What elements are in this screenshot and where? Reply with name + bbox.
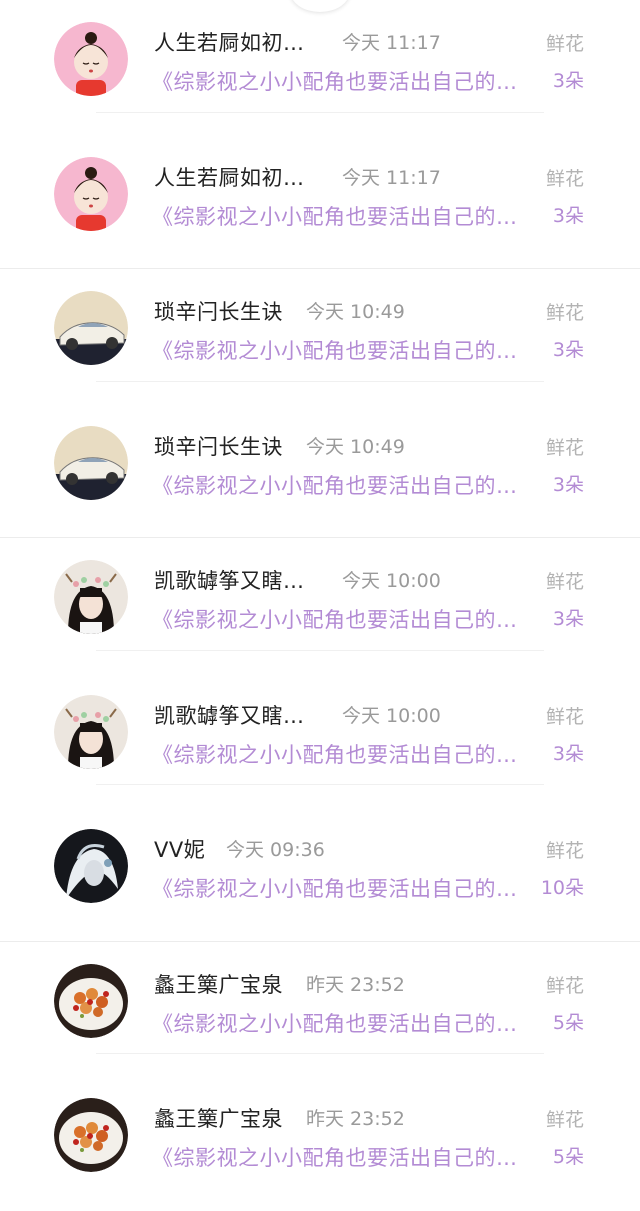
gift-type-label: 鲜花: [545, 705, 584, 728]
gift-count: 3朵: [552, 742, 584, 765]
list-item[interactable]: VV妮 今天 09:36 鲜花 《综影视之小小配角也要活出自己的精彩》 10朵: [0, 807, 640, 942]
gift-count: 3朵: [552, 70, 584, 92]
gift-count: 3朵: [552, 204, 584, 227]
username: 蠡王篥广宝泉: [154, 972, 283, 997]
username: 琐辛闩长生诀: [154, 434, 283, 459]
row-divider: [96, 649, 544, 651]
timestamp: 今天 10:49: [306, 435, 405, 458]
list-item[interactable]: 人生若屙如初… 今天 11:17 鲜花 《综影视之小小配角也要活出自己的精彩》 …: [0, 135, 640, 269]
book-title-link[interactable]: 《综影视之小小配角也要活出自己的精彩》: [152, 66, 532, 96]
gift-count: 5朵: [552, 1011, 584, 1034]
gift-type-label: 鲜花: [545, 974, 584, 997]
gift-type-label: 鲜花: [545, 571, 584, 593]
avatar[interactable]: [54, 291, 128, 365]
row-divider: [96, 380, 544, 382]
gift-count: 3朵: [552, 473, 584, 496]
list-item[interactable]: 琐辛闩长生诀 今天 10:49 鲜花 《综影视之小小配角也要活出自己的精彩》 3…: [0, 269, 640, 404]
timestamp: 今天 10:00: [342, 704, 441, 727]
timestamp: 今天 09:36: [226, 839, 325, 861]
gift-type-label: 鲜花: [545, 436, 584, 459]
list-item[interactable]: 凯歌罅筝又瞎… 今天 10:00 鲜花 《综影视之小小配角也要活出自己的精彩》 …: [0, 673, 640, 808]
gift-count: 3朵: [552, 608, 584, 630]
list-item[interactable]: 凯歌罅筝又瞎… 今天 10:00 鲜花 《综影视之小小配角也要活出自己的精彩》 …: [0, 538, 640, 673]
timestamp: 今天 11:17: [342, 32, 441, 54]
book-title-link[interactable]: 《综影视之小小配角也要活出自己的精彩》: [152, 739, 532, 769]
row-divider: [96, 784, 544, 785]
timestamp: 今天 10:49: [306, 301, 405, 323]
avatar[interactable]: [54, 156, 128, 231]
username: 蠡王篥广宝泉: [154, 1107, 283, 1131]
avatar[interactable]: [54, 560, 128, 634]
list-item[interactable]: 琐辛闩长生诀 今天 10:49 鲜花 《综影视之小小配角也要活出自己的精彩》 3…: [0, 404, 640, 538]
food-dish-avatar: [54, 1098, 128, 1172]
avatar[interactable]: [54, 829, 128, 903]
pink-cartoon-girl-avatar: [54, 156, 128, 231]
list-item[interactable]: 蠡王篥广宝泉 昨天 23:52 鲜花 《综影视之小小配角也要活出自己的精彩》 5…: [0, 942, 640, 1077]
timestamp: 今天 11:17: [342, 166, 441, 189]
timestamp: 昨天 23:52: [306, 973, 405, 996]
sports-car-avatar: [54, 425, 128, 500]
gift-count: 10朵: [540, 877, 584, 899]
username: 凯歌罅筝又瞎…: [154, 703, 305, 728]
girl-flower-crown-avatar: [54, 560, 128, 634]
white-hair-character-avatar: [54, 829, 128, 903]
row-divider: [96, 111, 544, 113]
sports-car-avatar: [54, 291, 128, 365]
book-title-link[interactable]: 《综影视之小小配角也要活出自己的精彩》: [152, 873, 532, 903]
book-title-link[interactable]: 《综影视之小小配角也要活出自己的精彩》: [152, 201, 532, 231]
avatar[interactable]: [54, 22, 128, 96]
username: VV妮: [154, 838, 206, 862]
username: 凯歌罅筝又瞎…: [154, 569, 305, 593]
row-divider: [96, 1053, 544, 1054]
username: 人生若屙如初…: [154, 165, 305, 190]
book-title-link[interactable]: 《综影视之小小配角也要活出自己的精彩》: [152, 604, 532, 634]
book-title-link[interactable]: 《综影视之小小配角也要活出自己的精彩》: [152, 1008, 532, 1038]
gift-type-label: 鲜花: [545, 302, 584, 324]
gift-type-label: 鲜花: [545, 1109, 584, 1131]
book-title-link[interactable]: 《综影视之小小配角也要活出自己的精彩》: [152, 335, 532, 365]
avatar[interactable]: [54, 425, 128, 500]
timestamp: 昨天 23:52: [306, 1108, 405, 1130]
book-title-link[interactable]: 《综影视之小小配角也要活出自己的精彩》: [152, 1142, 532, 1172]
gift-type-label: 鲜花: [545, 33, 584, 55]
food-dish-avatar: [54, 963, 128, 1038]
avatar[interactable]: [54, 1098, 128, 1172]
username: 人生若屙如初…: [154, 31, 305, 55]
gift-type-label: 鲜花: [545, 840, 584, 862]
avatar[interactable]: [54, 963, 128, 1038]
list-item[interactable]: 人生若屙如初… 今天 11:17 鲜花 《综影视之小小配角也要活出自己的精彩》 …: [0, 0, 640, 135]
username: 琐辛闩长生诀: [154, 300, 283, 324]
gift-count: 5朵: [552, 1146, 584, 1168]
list-item[interactable]: 蠡王篥广宝泉 昨天 23:52 鲜花 《综影视之小小配角也要活出自己的精彩》 5…: [0, 1076, 640, 1211]
book-title-link[interactable]: 《综影视之小小配角也要活出自己的精彩》: [152, 470, 532, 500]
girl-flower-crown-avatar: [54, 694, 128, 769]
gift-count: 3朵: [552, 339, 584, 361]
pink-cartoon-girl-avatar: [54, 22, 128, 96]
gift-record-list: 人生若屙如初… 今天 11:17 鲜花 《综影视之小小配角也要活出自己的精彩》 …: [0, 0, 640, 1211]
avatar[interactable]: [54, 694, 128, 769]
gift-type-label: 鲜花: [545, 167, 584, 190]
timestamp: 今天 10:00: [342, 570, 441, 592]
